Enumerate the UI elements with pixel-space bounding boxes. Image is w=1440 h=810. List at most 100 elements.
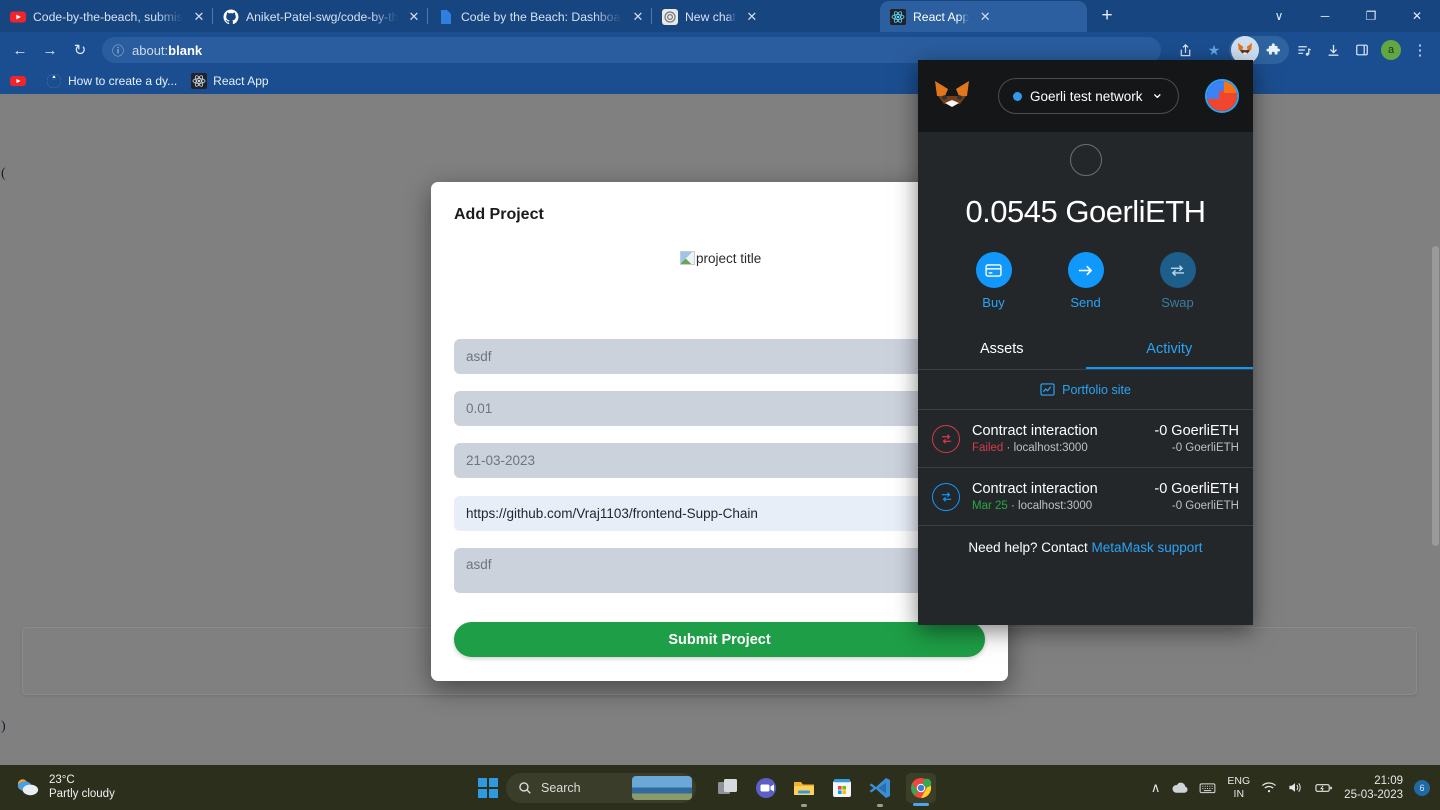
taskbar-app-vs-code[interactable]	[868, 776, 892, 807]
swap-label: Swap	[1161, 295, 1194, 310]
transaction-amounts: -0 GoerliETH -0 GoerliETH	[1154, 423, 1239, 454]
vs-code-icon	[869, 777, 890, 798]
language-region: IN	[1233, 787, 1245, 800]
weather-description: Partly cloudy	[49, 788, 115, 800]
scrollbar-thumb[interactable]	[1432, 246, 1439, 546]
taskbar-clock[interactable]: 21:09 25-03-2023	[1344, 774, 1403, 802]
download-icon[interactable]	[1319, 36, 1347, 64]
new-tab-button[interactable]: +	[1093, 2, 1121, 30]
project-image-placeholder: project title	[680, 248, 800, 270]
onedrive-cloud-icon[interactable]	[1171, 781, 1188, 794]
account-avatar[interactable]	[1204, 79, 1239, 113]
account-identicon-placeholder	[1069, 144, 1102, 176]
wifi-icon[interactable]	[1261, 781, 1277, 794]
teams-icon	[756, 777, 776, 798]
transaction-amounts: -0 GoerliETH -0 GoerliETH	[1154, 481, 1239, 512]
project-name-input[interactable]: asdf	[454, 339, 985, 374]
taskbar-app-google-chrome[interactable]	[906, 772, 936, 806]
taskbar-app-teams[interactable]	[754, 776, 778, 800]
project-description-input[interactable]: asdf	[454, 548, 985, 593]
swap-button[interactable]: Swap	[1147, 252, 1209, 310]
bookmark-item-2[interactable]: How to create a dy...	[46, 73, 177, 89]
transaction-row-1[interactable]: Contract interaction Failed · localhost:…	[918, 410, 1253, 468]
close-window-button[interactable]: ✕	[1394, 0, 1440, 32]
transaction-row-2[interactable]: Contract interaction Mar 25 · localhost:…	[918, 468, 1253, 526]
search-hero-thumbnail	[632, 775, 692, 800]
transaction-amount-secondary: -0 GoerliETH	[1171, 442, 1239, 454]
submit-project-button[interactable]: Submit Project	[454, 622, 985, 657]
tab-activity[interactable]: Activity	[1085, 330, 1253, 369]
tab-close-icon[interactable]: ✕	[405, 8, 423, 26]
send-button[interactable]: Send	[1055, 252, 1117, 310]
tab-close-icon[interactable]: ✕	[629, 8, 647, 26]
windows-taskbar: 23°C Partly cloudy Search ∧ ENG IN 21:09…	[0, 765, 1440, 810]
tab-close-icon[interactable]: ✕	[743, 8, 761, 26]
tray-overflow-icon[interactable]: ∧	[1151, 780, 1161, 796]
metamask-support-link[interactable]: MetaMask support	[1092, 540, 1203, 555]
running-indicator	[801, 803, 807, 807]
page-artifact-open-paren: (	[1, 166, 6, 181]
youtube-icon	[10, 76, 26, 86]
browser-tab-1[interactable]: Code-by-the-beach, submission ... ✕	[0, 1, 212, 32]
project-date-input[interactable]: 21-03-2023	[454, 443, 985, 478]
reading-list-icon[interactable]	[1290, 36, 1318, 64]
back-button[interactable]: ←	[6, 36, 34, 64]
puzzle-extensions-icon[interactable]	[1259, 36, 1287, 64]
tab-search-chevron-icon[interactable]: ∨	[1256, 0, 1302, 32]
browser-tab-2[interactable]: Aniket-Patel-swg/code-by-the-b... ✕	[213, 1, 427, 32]
openai-icon	[662, 8, 678, 25]
taskbar-app-task-view[interactable]	[716, 776, 740, 800]
chrome-icon	[911, 777, 932, 798]
side-panel-icon[interactable]	[1348, 36, 1376, 64]
metamask-body: 0.0545 GoerliETH Buy Send Swap Assets Ac…	[918, 132, 1253, 569]
metamask-popup: Goerli test network ⌄ 0.0545 GoerliETH B…	[918, 60, 1253, 625]
reload-button[interactable]: ↻	[66, 36, 94, 64]
tab-assets[interactable]: Assets	[918, 330, 1086, 369]
speaker-icon[interactable]	[1288, 781, 1304, 794]
browser-tab-3[interactable]: Code by the Beach: Dashboard | ... ✕	[428, 1, 651, 32]
portfolio-site-link[interactable]: Portfolio site	[918, 370, 1253, 410]
site-info-icon[interactable]: ⓘ	[112, 42, 124, 59]
chrome-browser-window: Code-by-the-beach, submission ... ✕ Anik…	[0, 0, 1440, 765]
youtube-icon	[10, 11, 26, 22]
bookmark-item-3[interactable]: React App	[191, 73, 269, 89]
maximize-button[interactable]: ❐	[1348, 0, 1394, 32]
browser-tab-4[interactable]: New chat ✕	[652, 1, 880, 32]
language-indicator[interactable]: ENG IN	[1227, 775, 1250, 801]
network-name: Goerli test network	[1030, 88, 1143, 104]
running-indicator	[913, 802, 929, 806]
browser-menu-icon[interactable]: ⋮	[1406, 36, 1434, 64]
page-scrollbar[interactable]	[1431, 94, 1440, 765]
taskbar-app-file-explorer[interactable]	[792, 776, 816, 807]
task-view-icon	[718, 778, 737, 794]
card-icon	[975, 252, 1012, 288]
minimize-button[interactable]: ─	[1302, 0, 1348, 32]
tab-close-icon[interactable]: ✕	[976, 8, 994, 26]
tab-title: Code by the Beach: Dashboard | ...	[461, 9, 622, 24]
transaction-amount: -0 GoerliETH	[1154, 481, 1239, 497]
metamask-header: Goerli test network ⌄	[918, 60, 1253, 132]
network-selector[interactable]: Goerli test network ⌄	[998, 78, 1179, 114]
bookmark-item-1[interactable]	[10, 73, 32, 89]
buy-button[interactable]: Buy	[963, 252, 1025, 310]
project-link-input[interactable]: https://github.com/Vraj1103/frontend-Sup…	[454, 496, 985, 531]
bookmark-label: React App	[213, 74, 269, 88]
project-amount-input[interactable]: 0.01	[454, 391, 985, 426]
keyboard-icon[interactable]	[1199, 782, 1216, 794]
profile-avatar[interactable]: a	[1377, 36, 1405, 64]
notification-badge[interactable]: 6	[1414, 779, 1430, 796]
transaction-subtitle: Failed · localhost:3000	[972, 442, 1088, 454]
tab-strip: Code-by-the-beach, submission ... ✕ Anik…	[0, 0, 1440, 32]
taskbar-search-box[interactable]: Search	[506, 772, 696, 803]
battery-icon[interactable]	[1315, 782, 1333, 794]
tab-close-icon[interactable]: ✕	[190, 8, 208, 26]
taskbar-app-icons	[716, 772, 936, 807]
running-indicator	[877, 803, 883, 807]
taskbar-app-microsoft-store[interactable]	[830, 776, 854, 800]
metamask-tabs: Assets Activity	[918, 330, 1253, 370]
weather-temperature: 23°C	[49, 774, 75, 786]
browser-tab-5-active[interactable]: React App ✕	[880, 1, 1087, 32]
taskbar-weather-widget[interactable]: 23°C Partly cloudy	[14, 773, 115, 801]
forward-button[interactable]: →	[36, 36, 64, 64]
start-button[interactable]	[478, 777, 498, 798]
